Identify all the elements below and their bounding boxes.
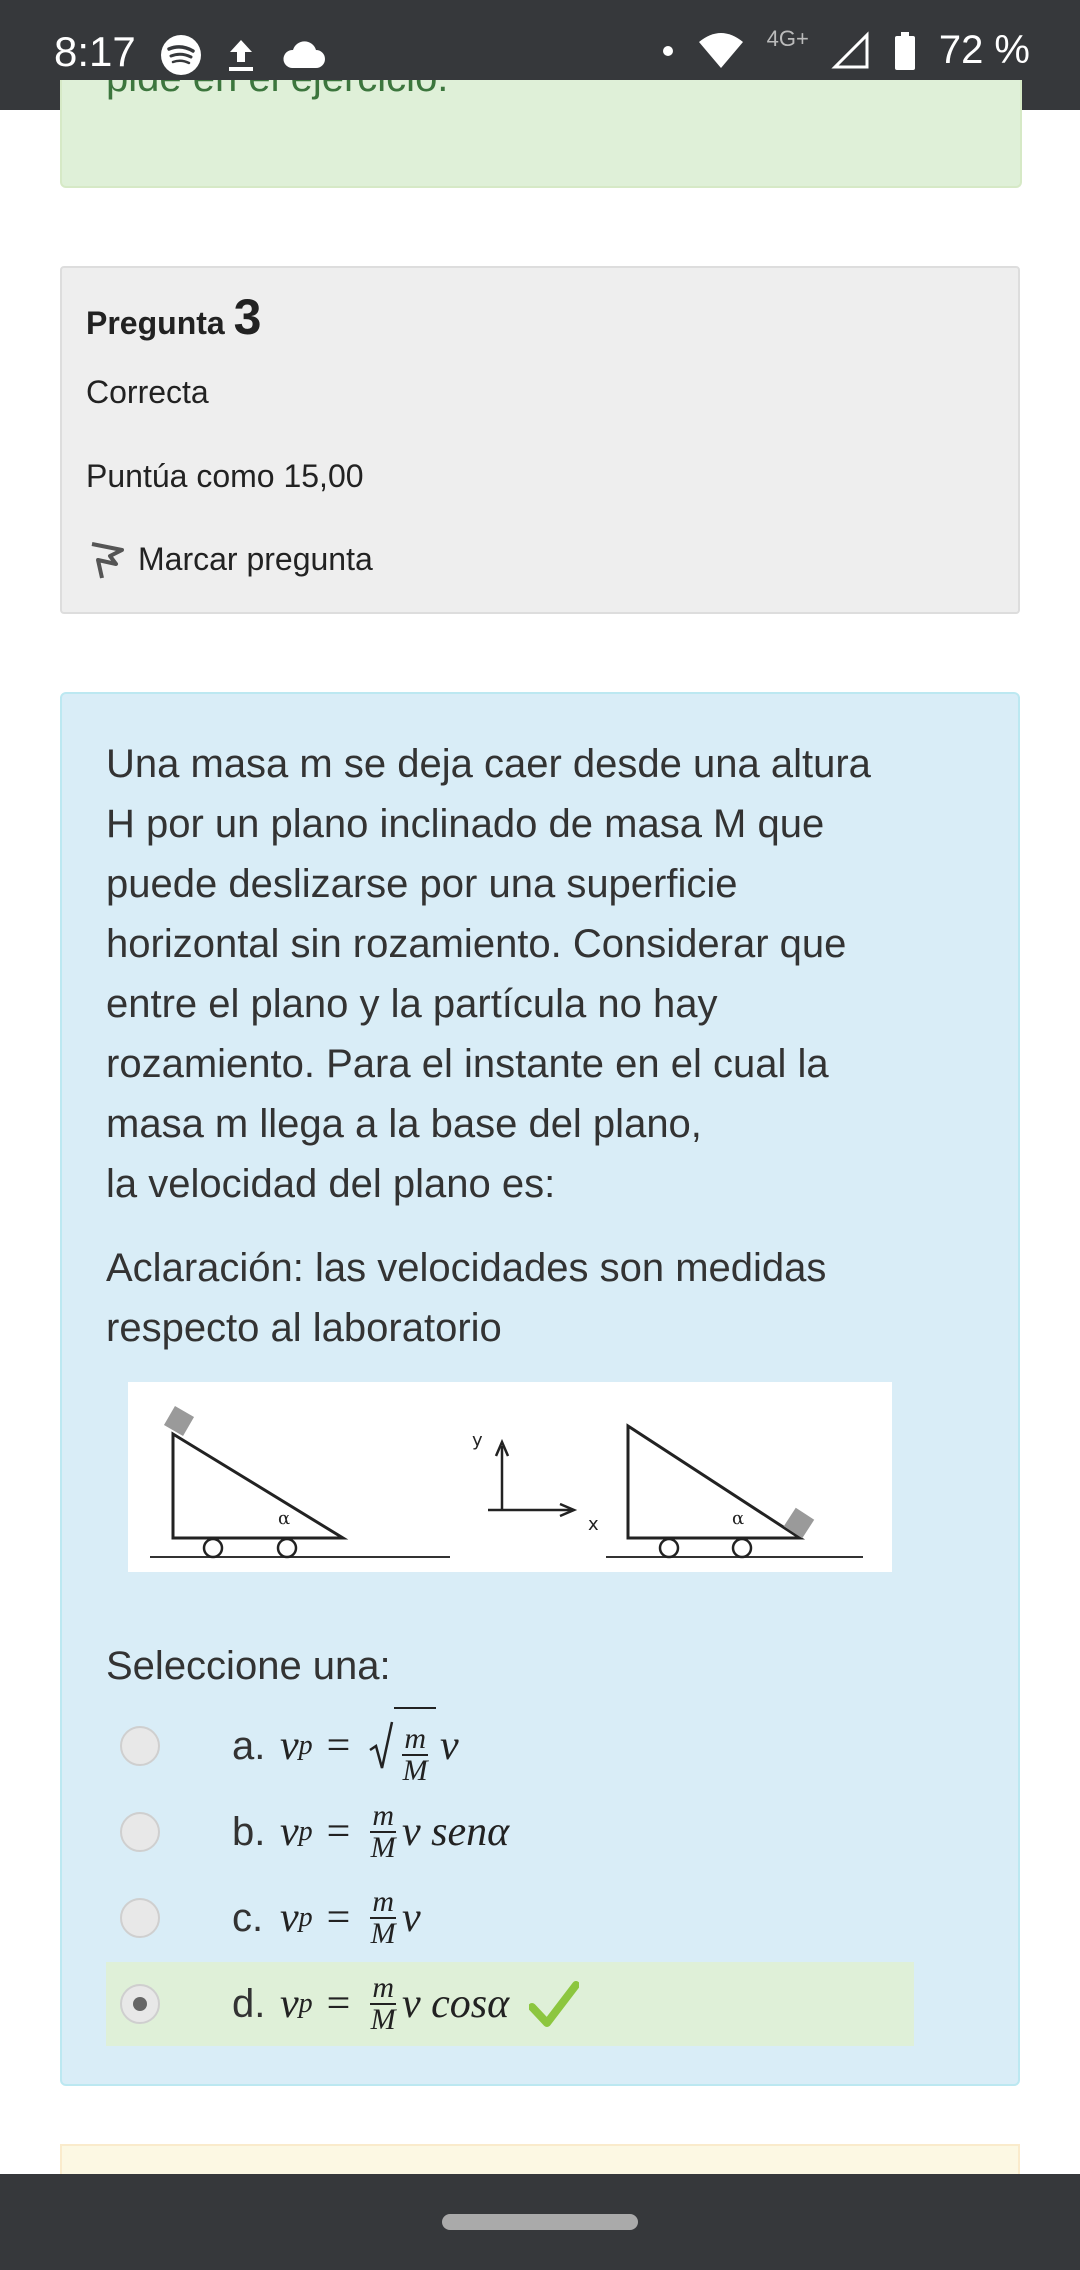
formula-numerator: m	[370, 1971, 397, 2005]
sqrt-symbol: mM	[368, 1706, 437, 1787]
spotify-icon	[161, 35, 201, 75]
navigation-bar	[0, 2174, 1080, 2270]
previous-feedback-text: pide en el ejercicio.	[106, 80, 448, 101]
answer-letter: b.	[232, 1809, 266, 1854]
battery-icon	[894, 31, 915, 70]
upload-icon	[229, 40, 253, 71]
formula-lhs: v	[280, 1895, 299, 1941]
formula-denominator: M	[370, 1917, 396, 1950]
battery-percent: 72 %	[938, 28, 1030, 72]
formula-rest: v	[402, 1895, 421, 1941]
answer-radio-c[interactable]	[120, 1898, 160, 1938]
question-text-line: H por un plano inclinado de masa M que	[106, 802, 825, 846]
question-content-box: Una masa m se deja caer desde una altura…	[60, 692, 1020, 2086]
wifi-icon	[698, 32, 743, 68]
answer-letter: d.	[232, 1981, 266, 2026]
signal-icon	[831, 30, 869, 68]
question-text-line: puede deslizarse por una superficie	[106, 862, 738, 906]
answer-formula-a: vp = mM v	[280, 1706, 459, 1787]
flag-icon	[91, 542, 124, 579]
previous-feedback-box: pide en el ejercicio.	[60, 80, 1022, 188]
question-text-line: Una masa m se deja caer desde una altura	[106, 742, 871, 786]
formula-denominator: M	[370, 1831, 396, 1864]
formula-denominator: M	[402, 1753, 428, 1787]
dot-icon	[662, 45, 673, 56]
status-system-icons: 4G+ 72 %	[661, 25, 1030, 73]
flag-question-button[interactable]: Marcar pregunta	[86, 538, 373, 580]
angle-label-right: α	[732, 1508, 744, 1529]
checkmark-icon	[529, 1981, 580, 2027]
formula-lhs: v	[280, 1809, 299, 1855]
question-text-line: la velocidad del plano es:	[106, 1162, 556, 1206]
status-notification-icons	[160, 34, 326, 76]
question-title-prefix: Pregunta	[86, 305, 225, 341]
formula-subscript: p	[298, 1730, 313, 1761]
answer-option-d[interactable]: d. vp = mM v cosα	[106, 1962, 914, 2046]
formula-rest: v	[440, 1723, 459, 1769]
question-info-box: Pregunta 3 Correcta Puntúa como 15,00 Ma…	[60, 266, 1020, 614]
formula-numerator: m	[370, 1885, 397, 1919]
question-number: 3	[233, 289, 262, 345]
answer-radio-a[interactable]	[120, 1726, 160, 1766]
answer-formula-c: vp = mM v	[280, 1885, 421, 1950]
answer-letter: a.	[232, 1723, 266, 1768]
formula-numerator: m	[402, 1721, 429, 1756]
answer-radio-d[interactable]	[120, 1984, 160, 2024]
angle-label-left: α	[278, 1508, 290, 1529]
formula-rest: v senα	[402, 1809, 510, 1855]
question-note-line: Aclaración: las velocidades son medidas	[106, 1246, 827, 1290]
network-type: 4G+	[766, 25, 809, 51]
formula-lhs: v	[280, 1723, 299, 1769]
answer-letter: c.	[232, 1895, 264, 1940]
answer-formula-b: vp = mM v senα	[280, 1799, 510, 1864]
inclined-plane-figure: α y x α	[128, 1382, 892, 1572]
question-text-line: masa m llega a la base del plano,	[106, 1102, 702, 1146]
formula-rest: v cosα	[402, 1981, 510, 2027]
question-note: Aclaración: las velocidades son medidas …	[106, 1238, 966, 1358]
question-text-line: entre el plano y la partícula no hay	[106, 982, 718, 1026]
flag-question-label: Marcar pregunta	[138, 540, 373, 577]
axis-y-label: y	[472, 1430, 483, 1451]
answer-formula-d: vp = mM v cosα	[280, 1971, 580, 2036]
formula-numerator: m	[370, 1799, 397, 1833]
question-text-line: horizontal sin rozamiento. Considerar qu…	[106, 922, 847, 966]
axis-x-label: x	[588, 1514, 599, 1535]
formula-subscript: p	[298, 1988, 313, 2019]
question-grade: Puntúa como 15,00	[86, 458, 364, 494]
home-gesture-handle[interactable]	[442, 2214, 638, 2230]
question-note-line: respecto al laboratorio	[106, 1306, 502, 1350]
formula-subscript: p	[298, 1816, 313, 1847]
question-text-line: rozamiento. Para el instante en el cual …	[106, 1042, 829, 1086]
question-state: Correcta	[86, 374, 209, 410]
status-time: 8:17	[54, 28, 136, 75]
answer-option-b[interactable]: b. vp = mM v senα	[106, 1790, 914, 1874]
answer-prompt: Seleccione una:	[106, 1644, 391, 1688]
question-title: Pregunta 3	[86, 288, 261, 346]
formula-lhs: v	[280, 1981, 299, 2027]
answer-radio-b[interactable]	[120, 1812, 160, 1852]
inclined-plane-diagram: α y x α	[150, 1405, 863, 1559]
cloud-icon	[283, 41, 325, 68]
question-text: Una masa m se deja caer desde una altura…	[106, 734, 966, 1214]
answer-option-c[interactable]: c. vp = mM v	[106, 1876, 914, 1960]
answer-option-a[interactable]: a. vp = mM v	[106, 1704, 914, 1788]
formula-subscript: p	[298, 1902, 313, 1933]
formula-denominator: M	[370, 2003, 396, 2036]
